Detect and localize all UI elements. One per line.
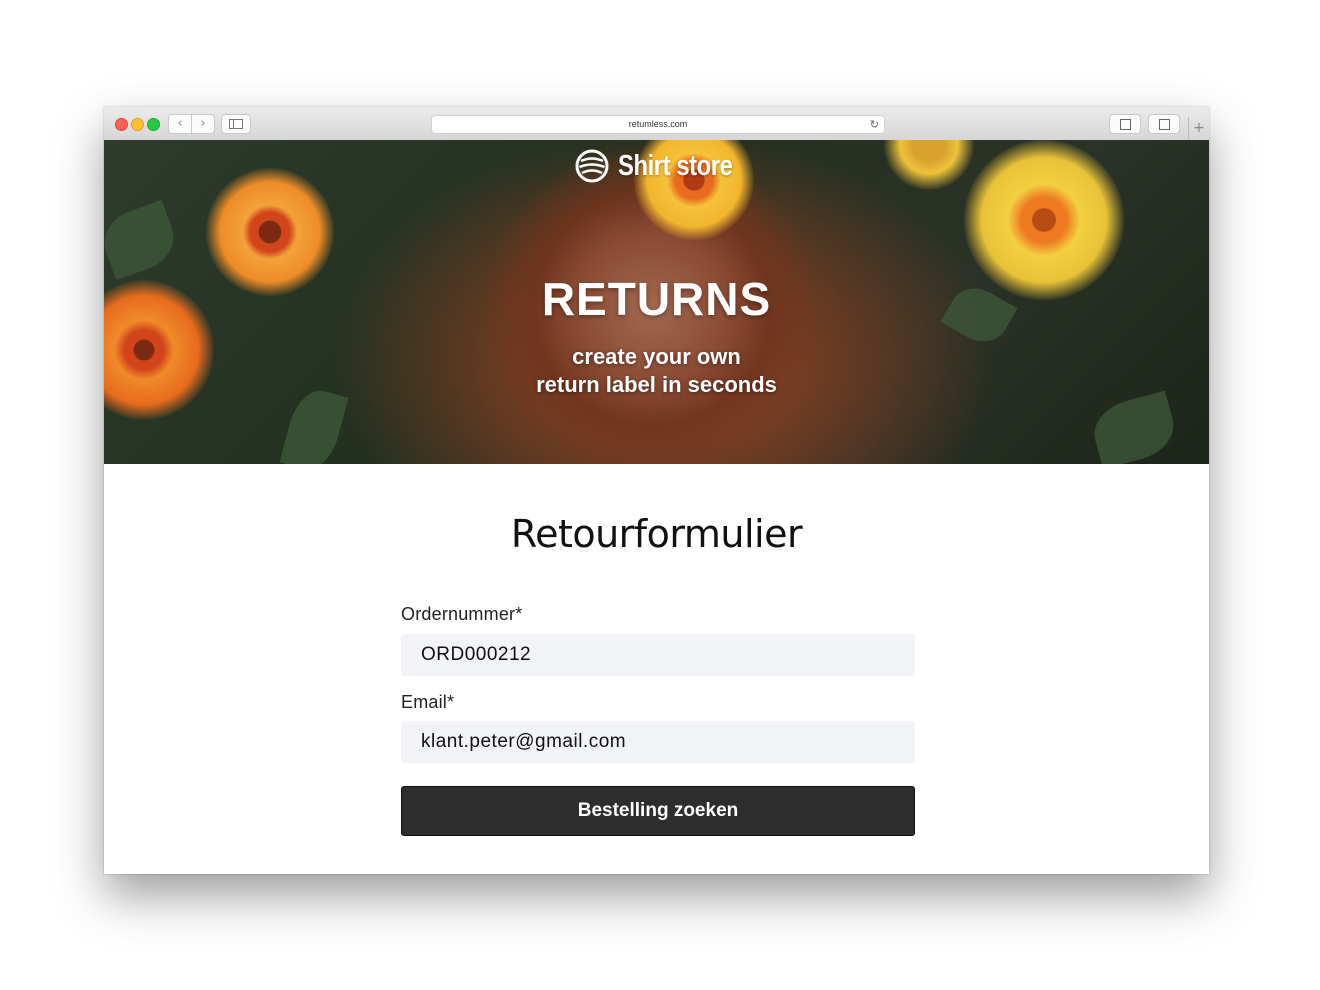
leaf-decoration [104, 199, 183, 281]
hero-title: RETURNS [541, 273, 772, 325]
order-number-label: Ordernummer* [401, 604, 523, 624]
email-label: Email* [401, 692, 455, 712]
url-text: retumless.com [628, 119, 688, 129]
forward-button[interactable]: › [191, 114, 215, 134]
share-icon [1119, 119, 1131, 130]
minimize-window-button[interactable] [131, 118, 144, 131]
share-button[interactable] [1109, 114, 1141, 134]
address-bar[interactable]: retumless.com ↻ [431, 115, 885, 134]
zoom-window-button[interactable] [147, 118, 160, 131]
reload-icon[interactable]: ↻ [870, 116, 879, 133]
browser-titlebar: ‹ › retumless.com ↻ + [104, 107, 1209, 141]
sidebar-icon [229, 119, 243, 129]
hero-banner: Shirt store RETURNS create your own retu… [104, 140, 1209, 464]
globe-logo-icon [575, 149, 609, 183]
order-number-input[interactable]: ORD000212 [401, 634, 915, 676]
search-order-button[interactable]: Bestelling zoeken [401, 786, 915, 836]
flower-decoration [884, 140, 974, 190]
brand-name: Shirt store [618, 149, 733, 182]
leaf-decoration [1087, 390, 1181, 464]
show-tabs-button[interactable] [1148, 114, 1180, 134]
email-input[interactable]: klant.peter@gmail.com [401, 721, 915, 763]
chevron-right-icon: › [200, 116, 206, 131]
tabs-icon [1158, 119, 1170, 130]
back-button[interactable]: ‹ [168, 114, 192, 134]
close-window-button[interactable] [115, 118, 128, 131]
chevron-left-icon: ‹ [177, 116, 183, 131]
hero-subtitle-line2: return label in seconds [536, 372, 777, 397]
new-tab-button[interactable]: + [1188, 117, 1209, 139]
brand-logo: Shirt store [575, 148, 758, 184]
browser-window: ‹ › retumless.com ↻ + Shirt store RETURN… [104, 107, 1209, 874]
page-title: Retourformulier [510, 512, 803, 556]
sidebar-toggle-button[interactable] [221, 114, 251, 134]
hero-subtitle-line1: create your own [572, 344, 741, 369]
